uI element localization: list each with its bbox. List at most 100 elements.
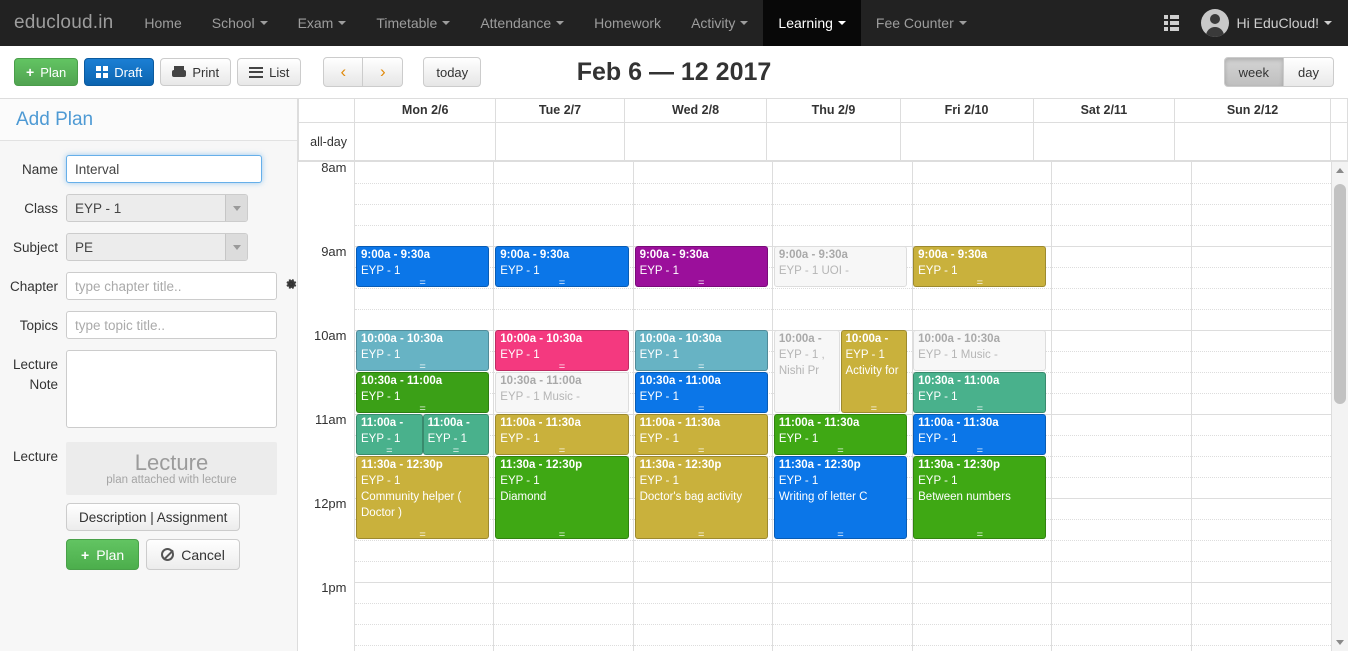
event-resize-handle[interactable]: = (357, 404, 488, 413)
time-slot-cell[interactable] (632, 603, 773, 625)
time-slot-cell[interactable] (632, 183, 773, 205)
event-resize-handle[interactable]: = (636, 446, 767, 455)
user-menu[interactable]: Hi EduCloud! (1195, 0, 1348, 46)
gear-icon[interactable] (284, 277, 298, 291)
day-header-3[interactable]: Thu 2/9 (766, 99, 901, 123)
time-slot-cell[interactable] (353, 162, 494, 184)
today-button[interactable]: today (423, 57, 482, 87)
event-resize-handle[interactable]: = (424, 446, 489, 455)
time-slot-cell[interactable] (1190, 309, 1332, 331)
time-slot-cell[interactable] (1051, 435, 1192, 457)
time-slot-cell[interactable] (493, 204, 634, 226)
nav-item-exam[interactable]: Exam (283, 0, 362, 46)
all-day-cell-2[interactable] (623, 122, 768, 161)
calendar-event[interactable]: 11:00a - 11:30a EYP - 1 = (773, 414, 908, 455)
calendar-event[interactable]: 10:00a - 10:30a EYP - 1 = (634, 330, 768, 371)
event-resize-handle[interactable]: = (357, 278, 488, 287)
time-slot-cell[interactable] (1190, 330, 1332, 352)
topics-input[interactable] (66, 311, 277, 339)
time-slot-cell[interactable] (772, 540, 913, 562)
time-slot-cell[interactable] (1190, 351, 1332, 373)
time-slot-cell[interactable] (911, 183, 1052, 205)
calendar-event[interactable]: 11:30a - 12:30p EYP - 1 Writing of letter … (773, 456, 908, 539)
time-slot-cell[interactable] (1190, 561, 1332, 583)
time-slot-cell[interactable] (1051, 477, 1192, 499)
all-day-cell-4[interactable] (899, 122, 1034, 161)
time-slot-cell[interactable] (911, 288, 1052, 310)
all-day-cell-6[interactable] (1174, 122, 1331, 161)
event-resize-handle[interactable]: = (914, 404, 1045, 413)
event-resize-handle[interactable]: = (357, 530, 488, 539)
scroll-up-arrow-icon[interactable] (1332, 162, 1348, 179)
time-slot-cell[interactable] (353, 603, 494, 625)
view-week-button[interactable]: week (1223, 57, 1285, 87)
all-day-cell-3[interactable] (766, 122, 901, 161)
time-slot-cell[interactable] (493, 624, 634, 646)
nav-item-home[interactable]: Home (129, 0, 196, 46)
time-slot-cell[interactable] (772, 309, 913, 331)
day-header-0[interactable]: Mon 2/6 (353, 99, 497, 123)
time-slot-cell[interactable] (493, 309, 634, 331)
nav-item-attendance[interactable]: Attendance (465, 0, 579, 46)
event-resize-handle[interactable]: = (496, 530, 627, 539)
calendar-event[interactable]: 10:30a - 11:00a EYP - 1 = (356, 372, 490, 413)
calendar-event[interactable]: 11:00a - 11:30a EYP - 1 = (634, 414, 768, 455)
time-slot-cell[interactable] (632, 204, 773, 226)
scroll-down-arrow-icon[interactable] (1332, 634, 1348, 651)
calendar-event[interactable]: 11:00a - EYP - 1 = (356, 414, 423, 455)
time-slot-cell[interactable] (353, 582, 494, 604)
grid-menu-button[interactable] (1148, 0, 1195, 46)
time-slot-cell[interactable] (1051, 204, 1192, 226)
time-slot-cell[interactable] (493, 183, 634, 205)
event-resize-handle[interactable]: = (914, 530, 1045, 539)
time-slot-cell[interactable] (1051, 456, 1192, 478)
all-day-cell-0[interactable] (353, 122, 497, 161)
time-slot-cell[interactable] (1051, 414, 1192, 436)
print-button[interactable]: Print (160, 58, 232, 86)
time-slot-cell[interactable] (911, 603, 1052, 625)
time-slot-cell[interactable] (1051, 561, 1192, 583)
scrollbar-thumb[interactable] (1334, 184, 1346, 404)
time-slot-cell[interactable] (1051, 309, 1192, 331)
time-slot-cell[interactable] (632, 561, 773, 583)
time-slot-cell[interactable] (772, 624, 913, 646)
time-slot-cell[interactable] (911, 309, 1052, 331)
calendar-scroll-area[interactable]: 8am 9am 10am 11am 12pm 1pm 9:00a - 9:30a EYP -… (298, 162, 1348, 651)
time-slot-cell[interactable] (353, 540, 494, 562)
nav-item-learning[interactable]: Learning (763, 0, 861, 46)
time-slot-cell[interactable] (493, 645, 634, 651)
event-resize-handle[interactable]: = (775, 446, 906, 455)
time-slot-cell[interactable] (1051, 393, 1192, 415)
time-slot-cell[interactable] (493, 162, 634, 184)
time-slot-cell[interactable] (353, 225, 494, 247)
time-slot-cell[interactable] (1051, 246, 1192, 268)
time-slot-cell[interactable] (772, 582, 913, 604)
submit-plan-button[interactable]: + Plan (66, 539, 140, 570)
time-slot-cell[interactable] (1190, 477, 1332, 499)
time-slot-cell[interactable] (772, 204, 913, 226)
brand-logo[interactable]: educloud.in (0, 0, 129, 46)
calendar-event[interactable]: 9:00a - 9:30a EYP - 1 = (913, 246, 1047, 287)
time-slot-cell[interactable] (1051, 498, 1192, 520)
time-slot-cell[interactable] (772, 561, 913, 583)
time-slot-cell[interactable] (1051, 372, 1192, 394)
time-slot-cell[interactable] (1190, 372, 1332, 394)
event-resize-handle[interactable]: = (357, 362, 488, 371)
calendar-event[interactable]: 11:30a - 12:30p EYP - 1 Community helper (… (356, 456, 490, 539)
time-slot-cell[interactable] (1190, 540, 1332, 562)
time-slot-cell[interactable] (772, 162, 913, 184)
event-resize-handle[interactable]: = (357, 446, 422, 455)
time-slot-cell[interactable] (632, 309, 773, 331)
event-resize-handle[interactable]: = (914, 278, 1045, 287)
time-slot-cell[interactable] (1190, 435, 1332, 457)
time-slot-cell[interactable] (1051, 330, 1192, 352)
day-header-1[interactable]: Tue 2/7 (495, 99, 625, 123)
event-resize-handle[interactable]: = (496, 278, 627, 287)
calendar-event[interactable]: 10:00a - EYP - 1 Activity for = (840, 330, 908, 413)
cancel-button[interactable]: Cancel (146, 539, 240, 570)
draft-button[interactable]: Draft (84, 58, 155, 86)
day-header-5[interactable]: Sat 2/11 (1032, 99, 1176, 123)
time-slot-cell[interactable] (1190, 183, 1332, 205)
time-slot-cell[interactable] (353, 645, 494, 651)
time-slot-cell[interactable] (632, 540, 773, 562)
